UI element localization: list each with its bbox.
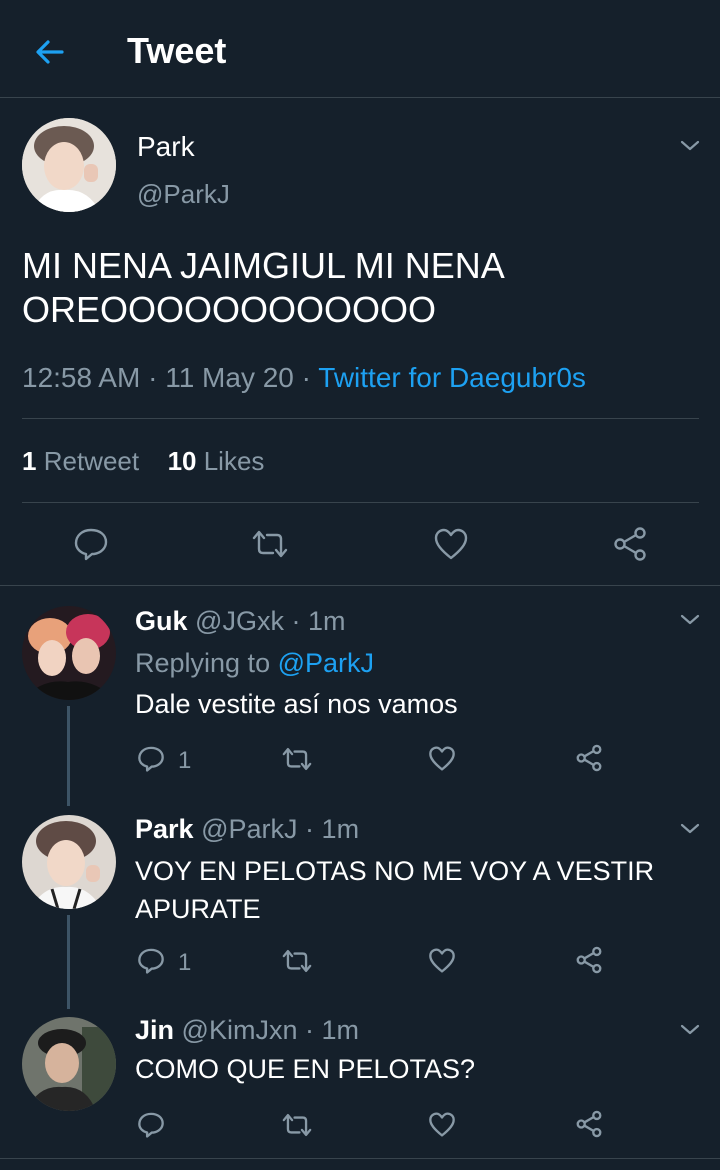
tweet-text-line: OREOOOOOOOOOOOO <box>22 289 437 330</box>
reply-author-handle[interactable]: @ParkJ <box>201 814 297 844</box>
retweet-icon[interactable] <box>281 745 313 773</box>
retweet-icon[interactable] <box>281 1111 313 1139</box>
tweet-text-line: MI NENA JAIMGIUL MI NENA <box>22 245 505 286</box>
avatar[interactable] <box>22 118 116 212</box>
retweets-label: Retweet <box>43 446 140 476</box>
reply-header: Park @ParkJ · 1m <box>135 814 359 845</box>
reply-text: VOY EN PELOTAS NO ME VOY A VESTIR APURAT… <box>135 852 654 928</box>
reply-author-name[interactable]: Park <box>135 814 194 844</box>
avatar[interactable] <box>22 606 116 700</box>
retweet-icon[interactable] <box>281 947 313 975</box>
retweets-stat[interactable]: 1 Retweet <box>22 446 146 476</box>
reply-text-line: VOY EN PELOTAS NO ME VOY A VESTIR <box>135 856 655 886</box>
reply-text: COMO QUE EN PELOTAS? <box>135 1054 476 1084</box>
chevron-down-icon[interactable] <box>678 133 702 157</box>
chevron-down-icon[interactable] <box>678 816 702 840</box>
tweet-author-handle[interactable]: @ParkJ <box>137 179 230 210</box>
tweet-meta: 12:58 AM · 11 May 20 · Twitter for Daegu… <box>22 362 586 394</box>
reply-header: Jin @KimJxn · 1m <box>135 1015 359 1046</box>
replying-to-link[interactable]: @ParkJ <box>278 648 374 678</box>
retweets-count: 1 <box>22 446 37 476</box>
top-bar: Tweet <box>0 0 720 98</box>
reply-icon[interactable] <box>137 1110 165 1138</box>
share-icon[interactable] <box>575 946 603 974</box>
share-icon[interactable] <box>575 744 603 772</box>
meta-separator: · <box>304 1015 314 1045</box>
page-title: Tweet <box>127 30 227 71</box>
share-icon[interactable] <box>575 1110 603 1138</box>
tweet-text: MI NENA JAIMGIUL MI NENA OREOOOOOOOOOOOO <box>22 244 505 332</box>
like-icon[interactable] <box>428 745 456 772</box>
divider <box>0 1158 720 1159</box>
meta-separator: · <box>148 362 158 393</box>
reply-count: 1 <box>178 747 192 774</box>
likes-count: 10 <box>167 446 197 476</box>
thread-line <box>67 915 70 1009</box>
reply-text: Dale vestite así nos vamos <box>135 689 458 719</box>
like-icon[interactable] <box>428 1111 456 1138</box>
back-arrow-icon[interactable] <box>30 32 70 72</box>
share-icon[interactable] <box>612 526 648 562</box>
like-icon[interactable] <box>428 947 456 974</box>
reply-author-handle[interactable]: @JGxk <box>195 606 284 636</box>
tweet-source-link[interactable]: Twitter for Daegubr0s <box>318 362 586 393</box>
reply-author-name[interactable]: Jin <box>135 1015 174 1045</box>
reply-text-line: APURATE <box>135 894 261 924</box>
meta-separator: · <box>305 814 315 844</box>
divider <box>22 502 699 503</box>
tweet-stats: 1 Retweet 10 Likes <box>22 446 264 477</box>
reply-icon[interactable] <box>73 525 109 561</box>
replying-to-prefix: Replying to <box>135 648 271 678</box>
reply-header: Guk @JGxk · 1m <box>135 606 346 637</box>
avatar[interactable] <box>22 815 116 909</box>
avatar[interactable] <box>22 1017 116 1111</box>
tweet-time: 12:58 AM <box>22 362 141 393</box>
likes-stat[interactable]: 10 Likes <box>168 446 265 476</box>
reply-author-handle[interactable]: @KimJxn <box>182 1015 298 1045</box>
reply-author-name[interactable]: Guk <box>135 606 188 636</box>
retweet-icon[interactable] <box>251 527 289 561</box>
reply-time: 1m <box>321 814 360 844</box>
reply-time: 1m <box>307 606 346 636</box>
like-icon[interactable] <box>433 527 469 561</box>
tweet-date: 11 May 20 <box>165 362 294 393</box>
replying-to: Replying to @ParkJ <box>135 648 374 679</box>
tweet-author-name[interactable]: Park <box>137 131 195 163</box>
reply-icon[interactable] <box>137 946 165 974</box>
likes-label: Likes <box>203 446 265 476</box>
chevron-down-icon[interactable] <box>678 1017 702 1041</box>
reply-count: 1 <box>178 949 192 976</box>
divider <box>0 585 720 586</box>
meta-separator: · <box>301 362 311 393</box>
meta-separator: · <box>291 606 301 636</box>
divider <box>22 418 699 419</box>
reply-time: 1m <box>321 1015 360 1045</box>
chevron-down-icon[interactable] <box>678 607 702 631</box>
reply-icon[interactable] <box>137 744 165 772</box>
thread-line <box>67 706 70 806</box>
